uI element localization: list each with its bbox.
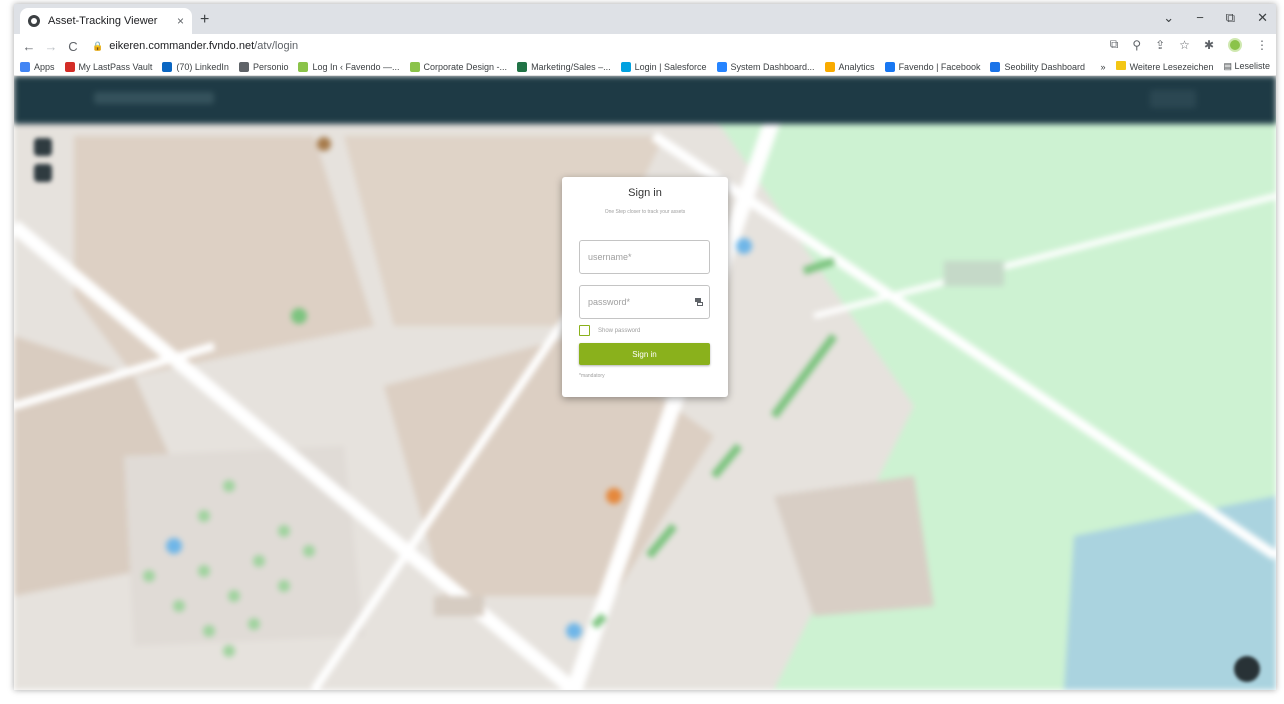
bookmark-favicon-icon — [162, 61, 173, 72]
bookmarks-bar: Apps My LastPass Vault (70) LinkedIn Person… — [14, 58, 1276, 76]
address-bar[interactable]: 🔒 eikeren.commander.fvndo.net/atv/login — [92, 40, 1092, 52]
bookmark-item[interactable]: Login | Salesforce — [620, 61, 707, 72]
app-header-bar — [14, 76, 1276, 124]
translate-icon[interactable]: ⧉ — [1110, 37, 1119, 52]
bookmark-favicon-icon — [517, 61, 528, 72]
zoom-icon[interactable]: ⚲ — [1132, 38, 1141, 52]
zoom-in-button[interactable] — [34, 138, 52, 156]
sign-in-button[interactable]: Sign in — [579, 343, 710, 365]
login-subtitle: One Step closer to track your assets — [604, 209, 686, 215]
url-path: /atv/login — [254, 40, 299, 52]
window-controls: ⌄ − ⧉ ✕ — [1163, 10, 1268, 26]
new-tab-button[interactable]: + — [200, 11, 209, 29]
bookmark-item[interactable]: Favendo | Facebook — [884, 61, 981, 72]
map-locate-button[interactable] — [1234, 656, 1260, 682]
reload-icon[interactable]: C — [62, 39, 84, 54]
tab-asset-tracking[interactable]: Asset-Tracking Viewer × — [20, 8, 192, 34]
tab-close-icon[interactable]: × — [177, 14, 184, 28]
bookmark-item[interactable]: My LastPass Vault — [64, 61, 153, 72]
app-page: Sign in One Step closer to track your as… — [14, 76, 1276, 690]
bookmark-label: Marketing/Sales –... — [531, 61, 611, 72]
bookmarks-overflow-button[interactable]: » — [1101, 62, 1106, 72]
toolbar-actions: ⧉ ⚲ ⇪ ☆ ✱ ⋮ — [1110, 37, 1268, 52]
bookmark-label: Log In ‹ Favendo —... — [312, 61, 400, 72]
bookmarks-right: » Weitere Lesezeichen ▤ Leseliste — [1101, 61, 1270, 72]
site-favicon-icon — [28, 15, 40, 27]
bookmark-favicon-icon — [824, 61, 835, 72]
bookmark-label: My LastPass Vault — [78, 61, 153, 72]
show-password-row[interactable]: Show password — [579, 325, 640, 336]
bookmark-label: (70) LinkedIn — [176, 61, 229, 72]
extensions-icon[interactable]: ✱ — [1204, 38, 1214, 52]
password-input[interactable] — [588, 297, 688, 307]
other-bookmarks-folder[interactable]: Weitere Lesezeichen — [1115, 61, 1214, 72]
username-input[interactable] — [588, 252, 688, 262]
bookmark-label: Analytics — [838, 61, 875, 72]
back-arrow-icon[interactable]: ← — [18, 39, 40, 54]
menu-kebab-icon[interactable]: ⋮ — [1256, 38, 1268, 52]
bookmark-label: Favendo | Facebook — [898, 61, 981, 72]
header-login-button[interactable] — [1150, 90, 1196, 108]
bookmark-favicon-icon — [238, 61, 249, 72]
restore-button[interactable]: ⧉ — [1226, 10, 1235, 26]
password-manager-icon[interactable] — [694, 297, 704, 307]
bookmark-label: Corporate Design -... — [423, 61, 508, 72]
bookmark-item[interactable]: Log In ‹ Favendo —... — [298, 61, 400, 72]
password-field-wrapper — [579, 285, 710, 319]
folder-icon — [1115, 61, 1126, 70]
url-host: eikeren.commander.fvndo.net — [109, 40, 255, 52]
bookmark-item[interactable]: Personio — [238, 61, 289, 72]
minimize-button[interactable]: − — [1196, 10, 1204, 26]
bookmark-item[interactable]: Marketing/Sales –... — [517, 61, 611, 72]
bookmark-favicon-icon — [990, 61, 1001, 72]
share-icon[interactable]: ⇪ — [1155, 38, 1165, 52]
bookmark-label: Login | Salesforce — [634, 61, 707, 72]
zoom-out-button[interactable] — [34, 164, 52, 182]
bookmark-favicon-icon — [298, 61, 309, 72]
close-window-button[interactable]: ✕ — [1257, 10, 1268, 26]
bookmark-label: Seobility Dashboard — [1004, 61, 1086, 72]
login-card: Sign in One Step closer to track your as… — [562, 177, 728, 397]
login-title: Sign in — [628, 187, 662, 199]
bookmark-favicon-icon — [884, 61, 895, 72]
forward-arrow-icon[interactable]: → — [40, 39, 62, 54]
bookmark-favicon-icon — [620, 61, 631, 72]
tab-strip: Asset-Tracking Viewer × + ⌄ − ⧉ ✕ — [14, 4, 1276, 34]
bookmark-label: System Dashboard... — [730, 61, 815, 72]
bookmark-label: Apps — [34, 61, 55, 72]
bookmark-label: Personio — [252, 61, 289, 72]
bookmark-favicon-icon — [64, 61, 75, 72]
bookmark-favicon-icon — [20, 61, 30, 72]
extension-green-icon[interactable] — [1228, 37, 1242, 52]
bookmark-favicon-icon — [716, 61, 727, 72]
bookmark-item[interactable]: Analytics — [824, 61, 875, 72]
tab-title: Asset-Tracking Viewer — [48, 15, 158, 27]
show-password-label[interactable]: Show password — [598, 328, 640, 334]
bookmark-item[interactable]: System Dashboard... — [716, 61, 815, 72]
reading-list-icon: ▤ — [1223, 61, 1235, 71]
app-logo — [94, 92, 214, 104]
browser-window: Asset-Tracking Viewer × + ⌄ − ⧉ ✕ ← → C … — [14, 4, 1276, 690]
bookmark-star-icon[interactable]: ☆ — [1179, 38, 1190, 52]
mandatory-note: *mandatory — [579, 373, 605, 379]
username-field-wrapper — [579, 240, 710, 274]
show-password-checkbox[interactable] — [579, 325, 590, 336]
reading-list-button[interactable]: ▤ Leseliste — [1223, 61, 1270, 72]
bookmark-item[interactable]: Apps — [20, 61, 55, 72]
bookmark-favicon-icon — [409, 61, 420, 72]
other-bookmarks-label: Weitere Lesezeichen — [1129, 62, 1214, 72]
reading-list-label: Leseliste — [1234, 61, 1270, 71]
tab-search-icon[interactable]: ⌄ — [1163, 10, 1174, 26]
bookmark-item[interactable]: Corporate Design -... — [409, 61, 508, 72]
address-toolbar: ← → C 🔒 eikeren.commander.fvndo.net/atv/… — [14, 34, 1276, 58]
lock-icon[interactable]: 🔒 — [92, 41, 103, 52]
bookmark-item[interactable]: (70) LinkedIn — [162, 61, 229, 72]
bookmark-item[interactable]: Seobility Dashboard — [990, 61, 1086, 72]
